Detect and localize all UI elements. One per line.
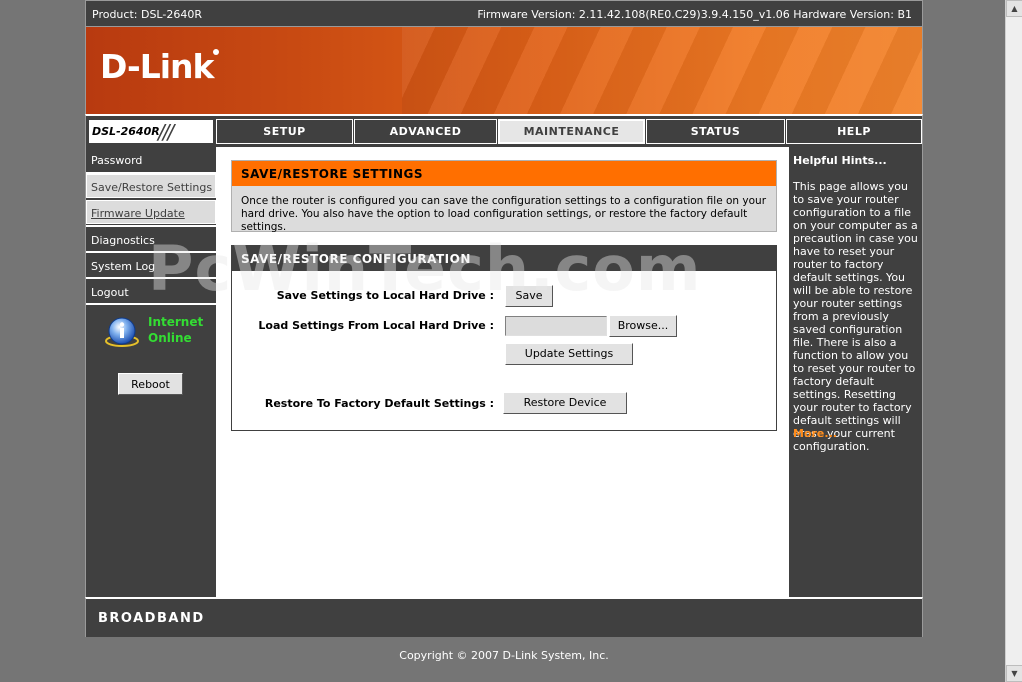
internet-status-line1: Internet — [148, 315, 204, 329]
main-nav: DSL-2640R /// SETUP ADVANCED MAINTENANCE… — [85, 114, 923, 147]
save-settings-label: Save Settings to Local Hard Drive : — [276, 289, 494, 302]
sidebar-item-save-restore[interactable]: Save/Restore Settings — [86, 174, 216, 198]
logo-dot-icon: . — [213, 49, 220, 55]
model-badge: DSL-2640R /// — [88, 119, 214, 144]
hints-text: This page allows you to save your router… — [793, 180, 918, 453]
sidebar-item-label: Firmware Update — [91, 207, 185, 220]
slash-decoration-icon: /// — [158, 120, 174, 144]
sidebar-item-label: Diagnostics — [91, 234, 155, 247]
tab-status[interactable]: STATUS — [646, 119, 785, 144]
load-settings-label: Load Settings From Local Hard Drive : — [258, 319, 494, 332]
config-file-input[interactable] — [505, 316, 607, 336]
logo-text: D-Link — [100, 47, 214, 86]
sidebar-item-label: Logout — [91, 286, 129, 299]
sidebar-item-label: Password — [91, 154, 143, 167]
reboot-button[interactable]: Reboot — [118, 373, 183, 395]
save-restore-configuration-section: SAVE/RESTORE CONFIGURATION Save Settings… — [231, 245, 777, 431]
save-restore-settings-section: SAVE/RESTORE SETTINGS Once the router is… — [231, 160, 777, 233]
sidebar-item-system-log[interactable]: System Log — [86, 253, 216, 277]
sidebar-item-logout[interactable]: Logout — [86, 279, 216, 303]
dlink-logo: D-Link. — [100, 47, 220, 86]
sidebar-item-password[interactable]: Password — [86, 147, 216, 171]
footer-bar: BROADBAND — [85, 597, 923, 637]
broadband-label: BROADBAND — [98, 611, 205, 626]
internet-status: Internet Online — [148, 314, 203, 346]
section-description: Once the router is configured you can sa… — [241, 195, 767, 233]
internet-status-line2: Online — [148, 331, 192, 345]
main-content: SAVE/RESTORE SETTINGS Once the router is… — [216, 147, 787, 597]
tab-maintenance[interactable]: MAINTENANCE — [498, 119, 645, 144]
browse-button[interactable]: Browse... — [609, 315, 677, 337]
tab-setup[interactable]: SETUP — [216, 119, 353, 144]
section-title: SAVE/RESTORE CONFIGURATION — [232, 246, 776, 271]
restore-device-button[interactable]: Restore Device — [503, 392, 627, 414]
update-settings-button[interactable]: Update Settings — [505, 343, 633, 365]
info-bar: Product: DSL-2640R Firmware Version: 2.1… — [85, 0, 923, 27]
scroll-up-icon[interactable]: ▲ — [1006, 0, 1022, 17]
model-label: DSL-2640R — [92, 125, 160, 138]
banner-pattern — [402, 27, 922, 114]
internet-status-icon — [105, 317, 139, 347]
router-page: Product: DSL-2640R Firmware Version: 2.1… — [85, 0, 923, 682]
section-title: SAVE/RESTORE SETTINGS — [232, 161, 776, 186]
sidebar-item-label: System Log — [91, 260, 156, 273]
hints-more-link[interactable]: More... — [793, 427, 837, 440]
tab-advanced[interactable]: ADVANCED — [354, 119, 497, 144]
sidebar: Password Save/Restore Settings Firmware … — [85, 147, 216, 597]
helpful-hints-panel: Helpful Hints... This page allows you to… — [787, 147, 923, 597]
tab-help[interactable]: HELP — [786, 119, 922, 144]
hints-title: Helpful Hints... — [793, 154, 887, 167]
scroll-down-icon[interactable]: ▼ — [1006, 665, 1022, 682]
copyright-text: Copyright © 2007 D-Link System, Inc. — [399, 649, 609, 662]
save-button[interactable]: Save — [505, 285, 553, 307]
sidebar-item-diagnostics[interactable]: Diagnostics — [86, 227, 216, 251]
sidebar-item-firmware-update[interactable]: Firmware Update — [86, 200, 216, 224]
window-scrollbar[interactable]: ▲ ▼ — [1005, 0, 1022, 682]
firmware-version: Firmware Version: 2.11.42.108(RE0.C29)3.… — [477, 8, 912, 21]
product-name: Product: DSL-2640R — [92, 8, 202, 21]
sidebar-item-label: Save/Restore Settings — [91, 181, 213, 194]
header-banner: D-Link. — [85, 27, 923, 114]
restore-defaults-label: Restore To Factory Default Settings : — [264, 397, 494, 410]
sidebar-divider — [86, 303, 216, 305]
